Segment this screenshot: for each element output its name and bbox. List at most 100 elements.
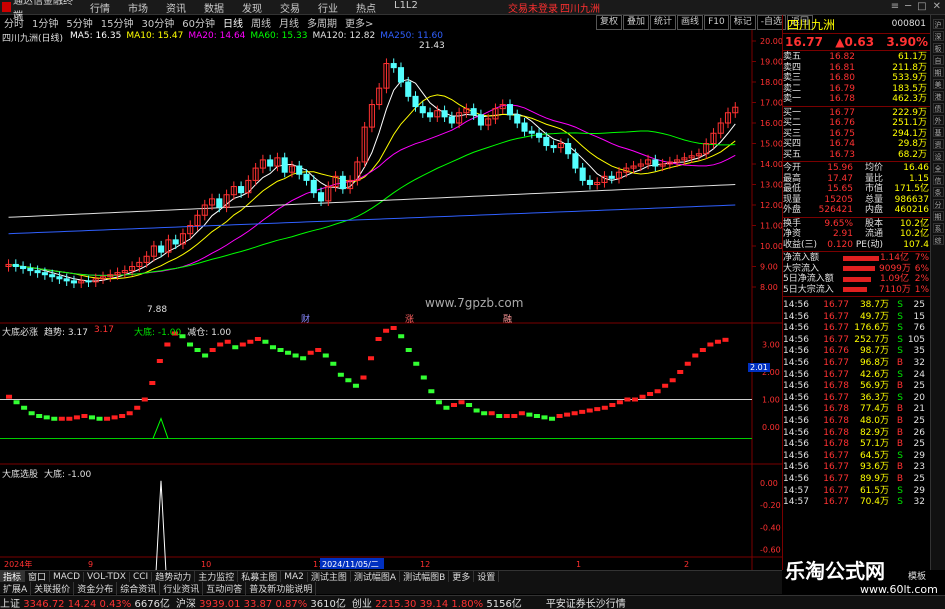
flow-value: 1.14亿 (879, 253, 909, 263)
event-marker-zhang[interactable]: 涨 (405, 312, 414, 325)
period-tab-5[interactable]: 60分钟 (178, 15, 219, 30)
menu-item-8[interactable]: L1L2 (394, 0, 418, 15)
period-tab-2[interactable]: 5分钟 (62, 15, 96, 30)
chart-tool-5[interactable]: 标记 (729, 15, 756, 30)
sidebar-item-10[interactable]: 资 (932, 139, 944, 149)
flow-pct: 2% (914, 274, 929, 284)
event-marker-cai[interactable]: 财 (301, 312, 310, 325)
period-tab-8[interactable]: 月线 (275, 15, 303, 30)
sidebar-item-11[interactable]: 设 (932, 151, 944, 161)
ask-row-4[interactable]: 卖一 16.78 462.3万 (783, 94, 930, 105)
menu-item-5[interactable]: 交易 (280, 0, 300, 15)
indicator1-bar (435, 400, 442, 405)
tick-count: 20 (913, 392, 925, 403)
info-tab-6[interactable]: 普及新功能说明 (246, 581, 317, 595)
chart-tool-2[interactable]: 统计 (650, 15, 677, 30)
period-tab-9[interactable]: 多周期 (303, 15, 341, 30)
menu-item-4[interactable]: 发现 (242, 0, 262, 15)
indicator-tab-8[interactable]: MA2 (281, 571, 308, 582)
bid-price: 16.74 (829, 139, 855, 149)
menu-item-7[interactable]: 热点 (356, 0, 376, 15)
menu-item-1[interactable]: 市场 (128, 0, 148, 15)
chart-tool-4[interactable]: F10 (704, 15, 729, 30)
bid-book: 买一 16.77 222.9万 买二 16.76 251.1万 买三 16.75 294.1万买… (783, 105, 930, 162)
info-tab-1[interactable]: 关联报价 (31, 581, 75, 595)
market-name[interactable]: 四川九洲 (560, 0, 600, 15)
sidebar-item-4[interactable]: 期 (932, 67, 944, 77)
menu-item-2[interactable]: 资讯 (166, 0, 186, 15)
candle-body (405, 81, 412, 97)
flow-value: 7110万 (879, 284, 911, 295)
sidebar-item-2[interactable]: 板 (932, 43, 944, 53)
sidebar-item-3[interactable]: 自 (932, 55, 944, 65)
bid-label: 买三 (783, 128, 802, 139)
minimize-icon[interactable]: ─ (905, 1, 911, 12)
menu-item-3[interactable]: 数据 (204, 0, 224, 15)
indicator-tab-4[interactable]: CCI (130, 571, 153, 582)
period-tab-4[interactable]: 30分钟 (137, 15, 178, 30)
sidebar-item-5[interactable]: 美 (932, 79, 944, 89)
sidebar-item-7[interactable]: 债 (932, 103, 944, 113)
period-tab-10[interactable]: 更多> (341, 15, 377, 30)
sidebar-item-12[interactable]: 全 (932, 163, 944, 173)
tick-price: 16.78 (823, 427, 849, 438)
chart-tool-1[interactable]: 叠加 (623, 15, 650, 30)
ask-row-0[interactable]: 卖五 16.82 61.1万 (783, 52, 930, 63)
sidebar-item-6[interactable]: 港 (932, 91, 944, 101)
event-marker-rong[interactable]: 融 (503, 312, 512, 325)
info-tab-0[interactable]: 扩展A (0, 581, 32, 595)
menu-item-0[interactable]: 行情 (90, 0, 110, 15)
index-amount: 5156亿 (486, 599, 522, 609)
sidebar-item-8[interactable]: 外 (932, 115, 944, 125)
bid-row-3[interactable]: 买四 16.74 29.8万 (783, 139, 930, 150)
close-icon[interactable]: ✕ (933, 1, 941, 12)
sidebar-item-13[interactable]: 信 (932, 175, 944, 185)
ask-row-1[interactable]: 卖四 16.81 211.8万 (783, 63, 930, 74)
sidebar-item-14[interactable]: 条 (932, 187, 944, 197)
menu-item-6[interactable]: 行业 (318, 0, 338, 15)
indicator-tab-2[interactable]: MACD (50, 571, 85, 582)
tick-count: 25 (913, 381, 925, 392)
info-tab-3[interactable]: 综合资讯 (117, 581, 161, 595)
sidebar-item-1[interactable]: 深 (932, 31, 944, 41)
sidebar-item-16[interactable]: 期 (932, 211, 944, 221)
trade-login-status[interactable]: 交易未登录 (508, 0, 558, 15)
indicator1-name: 大底必涨 (2, 328, 39, 338)
price-tick-label: 16.00 (760, 119, 782, 128)
tick-side: B (896, 415, 903, 426)
info-tab-2[interactable]: 资金分布 (74, 581, 118, 595)
template-tab[interactable]: 模板 (908, 569, 926, 582)
bid-row-1[interactable]: 买二 16.76 251.1万 (783, 118, 930, 129)
period-tab-1[interactable]: 1分钟 (28, 15, 62, 30)
period-tab-7[interactable]: 周线 (247, 15, 275, 30)
sidebar-item-17[interactable]: 系 (932, 223, 944, 233)
ask-row-3[interactable]: 卖二 16.79 183.5万 (783, 84, 930, 95)
maximize-icon[interactable]: □ (917, 1, 926, 12)
sidebar-item-15[interactable]: 分 (932, 199, 944, 209)
info-tab-5[interactable]: 互动问答 (203, 581, 247, 595)
candle-body (514, 114, 521, 124)
tick-time: 14:56 (783, 311, 809, 322)
period-tab-3[interactable]: 15分钟 (97, 15, 138, 30)
sidebar-item-18[interactable]: 综 (932, 235, 944, 245)
index-quote-0[interactable]: 上证 3346.72 14.24 0.43% 6676亿 (0, 595, 170, 609)
period-tab-0[interactable]: 分时 (0, 15, 28, 30)
tick-volume: 89.9万 (859, 473, 889, 484)
chart-area[interactable]: 20.0019.0018.0017.0016.0015.0014.0013.00… (0, 30, 782, 570)
bid-row-4[interactable]: 买五 16.73 68.2万 (783, 150, 930, 161)
menu-icon[interactable]: ≡ (891, 1, 899, 12)
sidebar-item-9[interactable]: 基 (932, 127, 944, 137)
index-quote-2[interactable]: 创业 2215.30 39.14 1.80% 5156亿 (352, 595, 522, 609)
indicator1-bar (352, 383, 359, 388)
info-tab-4[interactable]: 行业资讯 (160, 581, 204, 595)
tick-price: 16.77 (823, 473, 849, 484)
index-quote-1[interactable]: 沪深 3939.01 33.87 0.87% 3610亿 (176, 595, 346, 609)
indicator-tab-3[interactable]: VOL-TDX (84, 571, 130, 582)
bid-row-0[interactable]: 买一 16.77 222.9万 (783, 108, 930, 119)
sidebar-item-0[interactable]: 沪 (932, 19, 944, 29)
ask-row-2[interactable]: 卖三 16.80 533.9万 (783, 73, 930, 84)
bid-row-2[interactable]: 买三 16.75 294.1万 (783, 129, 930, 140)
chart-tool-3[interactable]: 画线 (677, 15, 704, 30)
period-tab-6[interactable]: 日线 (219, 15, 247, 30)
chart-tool-0[interactable]: 复权 (596, 15, 623, 30)
